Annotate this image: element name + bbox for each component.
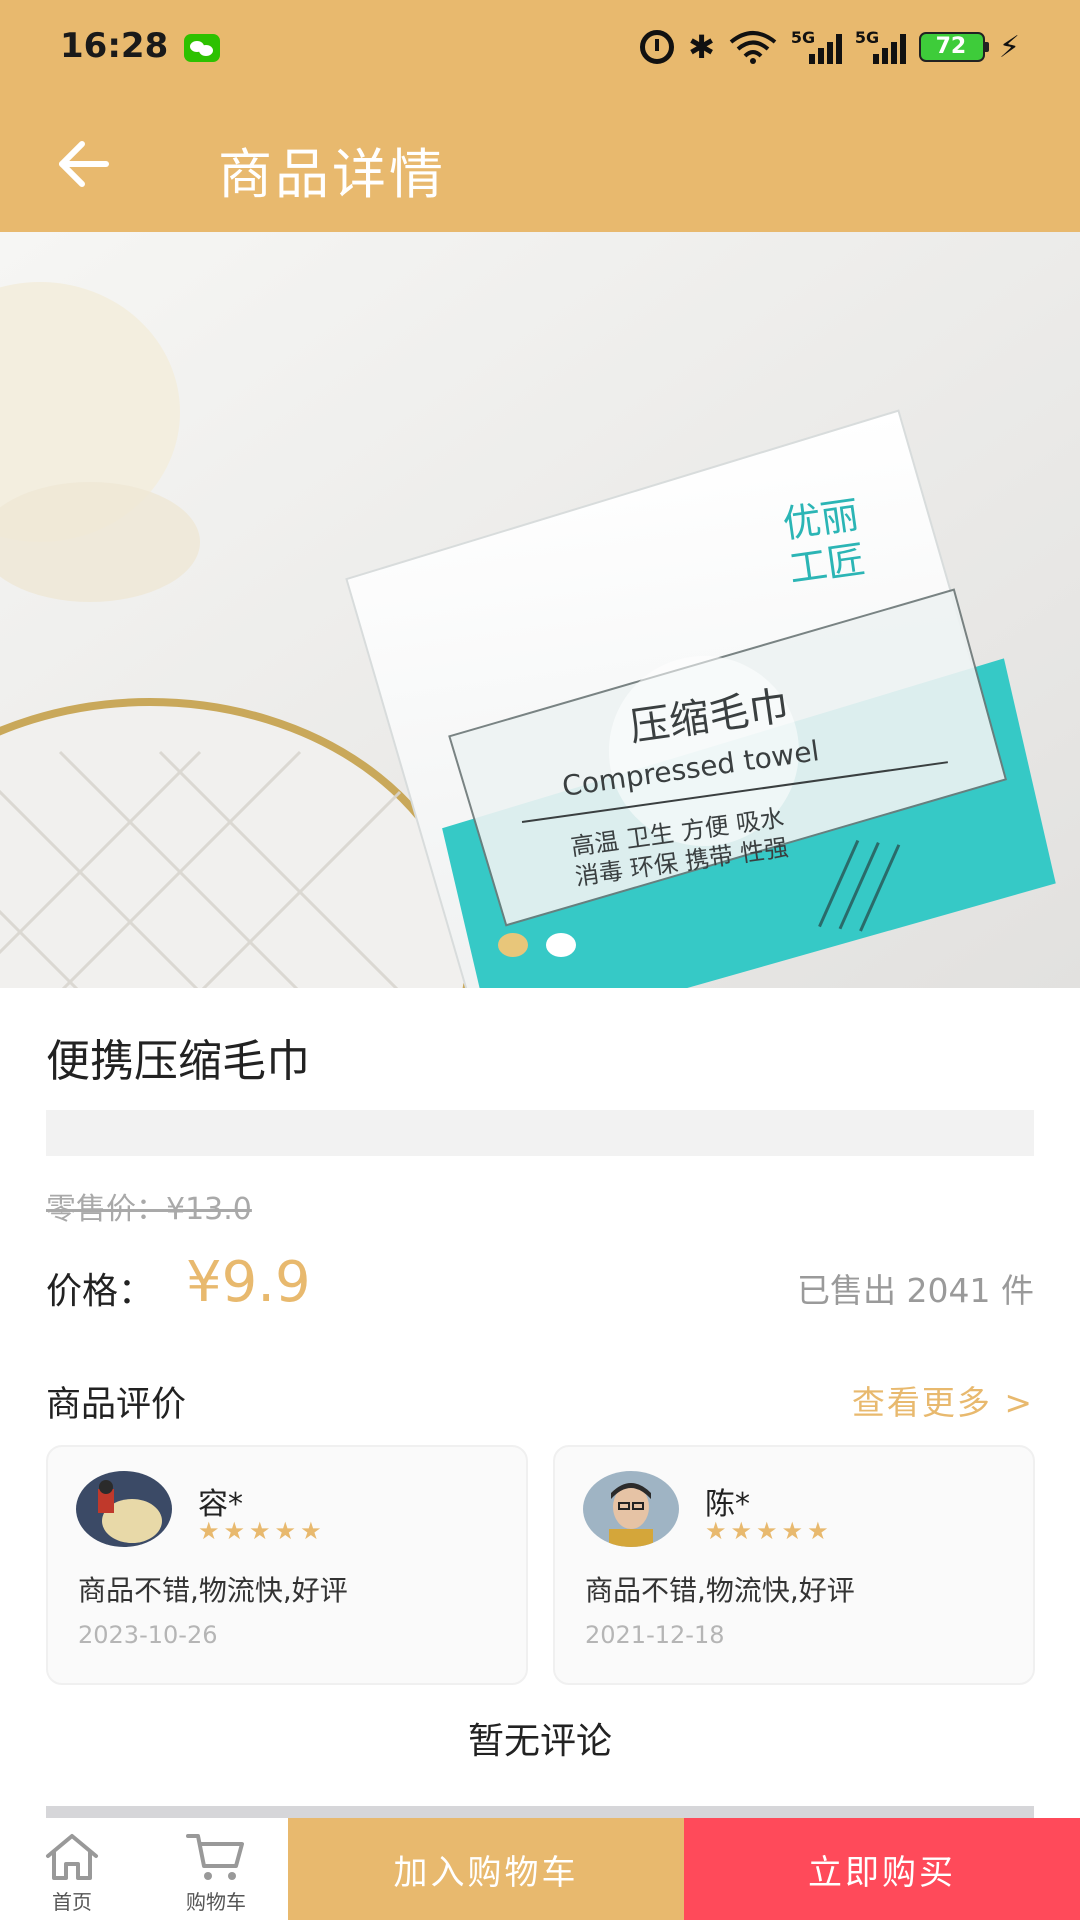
charging-icon: ⚡ — [998, 29, 1020, 65]
review-date: 2021-12-18 — [585, 1621, 725, 1649]
back-arrow-icon[interactable] — [52, 132, 116, 196]
no-comment-text: 暂无评论 — [467, 1721, 612, 1762]
reviewer-avatar — [583, 1471, 679, 1547]
status-time: 16:28 — [60, 26, 169, 66]
rating-stars: ★★★★★ — [198, 1517, 326, 1545]
review-text: 商品不错,物流快,好评 — [78, 1574, 348, 1607]
reviews-section-title: 商品评价 — [46, 1385, 187, 1425]
signal-icon-2: 5G — [855, 28, 906, 64]
nav-cart[interactable]: 购物车 — [156, 1818, 276, 1920]
price-value: ¥9.9 — [186, 1250, 311, 1315]
home-icon — [46, 1834, 98, 1880]
sold-count: 已售出 2041 件 — [797, 1271, 1034, 1310]
product-description-placeholder — [46, 1110, 1034, 1156]
carousel-dot[interactable] — [546, 933, 576, 957]
page-title: 商品详情 — [218, 143, 446, 206]
rating-stars: ★★★★★ — [705, 1517, 833, 1545]
review-date: 2023-10-26 — [78, 1621, 218, 1649]
app-header: 商品详情 — [0, 96, 1080, 232]
price-label: 价格： — [46, 1271, 155, 1312]
review-text: 商品不错,物流快,好评 — [585, 1574, 855, 1607]
reviewer-avatar — [76, 1471, 172, 1547]
carousel-indicator[interactable] — [498, 933, 576, 957]
review-card[interactable]: 陈* ★★★★★ 商品不错,物流快,好评 2021-12-18 — [553, 1445, 1035, 1685]
carousel-dot-active[interactable] — [498, 933, 528, 957]
product-photo: 压缩毛巾 Compressed towel 高温 卫生 方便 吸水 消毒 环保 … — [0, 232, 1080, 988]
review-card[interactable]: 容* ★★★★★ 商品不错,物流快,好评 2023-10-26 — [46, 1445, 528, 1685]
nav-cart-label: 购物车 — [186, 1890, 246, 1914]
retail-price: 零售价：¥13.0 — [46, 1192, 252, 1227]
see-more-reviews-link[interactable]: 查看更多 > — [852, 1376, 1034, 1424]
status-icons: ✱ 5G 5G 72 ⚡ — [640, 24, 1020, 70]
add-to-cart-button[interactable]: 加入购物车 — [288, 1818, 684, 1920]
buy-now-button[interactable]: 立即购买 — [684, 1818, 1080, 1920]
shopping-cart-icon — [186, 1834, 244, 1880]
battery-level: 72 — [935, 34, 967, 59]
wechat-notification-icon — [184, 34, 220, 62]
wifi-icon — [729, 30, 777, 64]
nav-home-label: 首页 — [52, 1890, 92, 1914]
signal-icon: 5G — [791, 28, 842, 64]
product-name: 便携压缩毛巾 — [46, 1036, 310, 1087]
alarm-icon — [640, 30, 675, 64]
status-bar: 16:28 ✱ 5G 5G 72 ⚡ — [0, 0, 1080, 96]
battery-icon: 72 — [918, 32, 989, 62]
product-image-carousel[interactable]: 压缩毛巾 Compressed towel 高温 卫生 方便 吸水 消毒 环保 … — [0, 232, 1080, 988]
bluetooth-icon: ✱ — [688, 28, 715, 66]
nav-home[interactable]: 首页 — [12, 1818, 132, 1920]
